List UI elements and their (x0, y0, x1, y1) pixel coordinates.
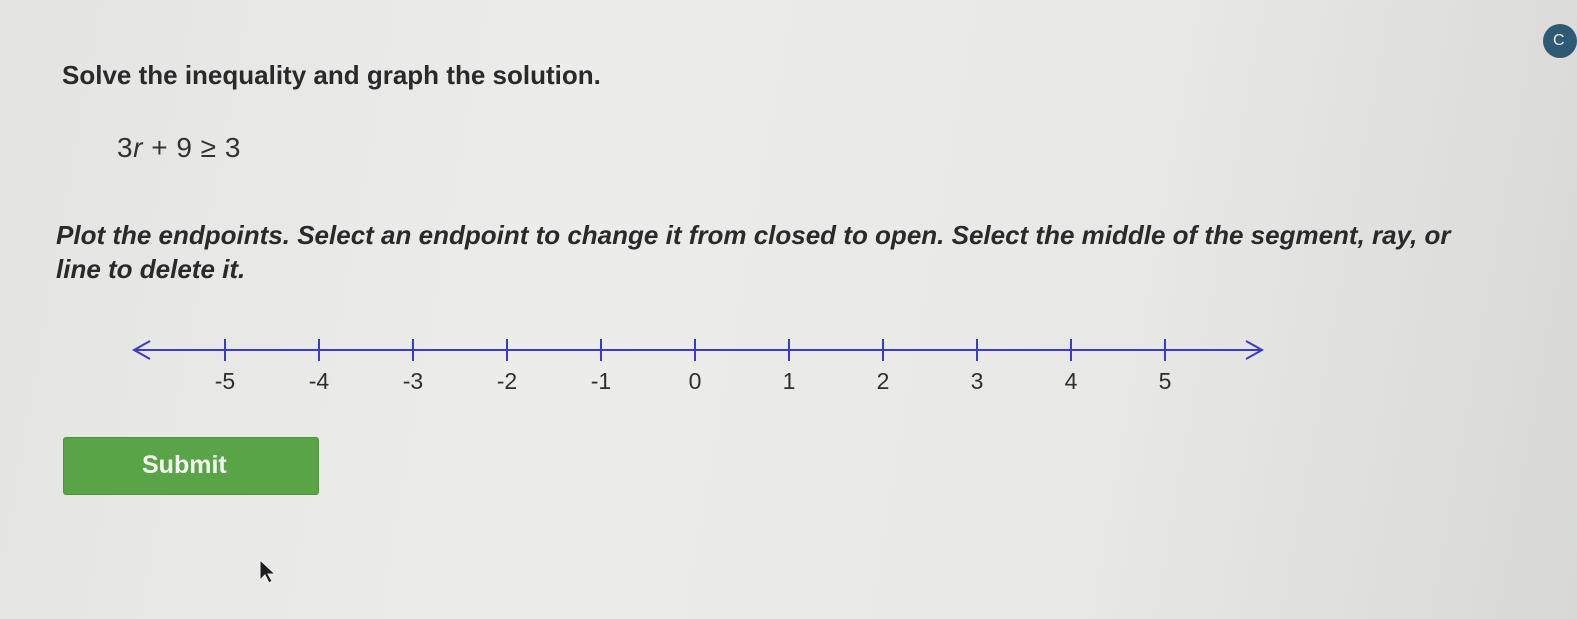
number-line-tick-label: -3 (403, 368, 423, 394)
equation-rest: + 9 ≥ 3 (151, 132, 241, 163)
problem-prompt: Solve the inequality and graph the solut… (62, 60, 601, 90)
number-line-tick-label: -2 (497, 368, 517, 394)
number-line-tick-label: -4 (309, 368, 330, 394)
submit-button[interactable]: Submit (63, 437, 319, 495)
equation-coefficient: 3 (117, 132, 134, 163)
number-line-tick-label: 5 (1159, 368, 1172, 394)
number-line-tick-label: 3 (971, 368, 984, 394)
graph-instructions: Plot the endpoints. Select an endpoint t… (56, 220, 1451, 284)
number-line-tick-label: 2 (877, 368, 890, 394)
mouse-pointer-icon (259, 558, 277, 584)
number-line-tick-label: -1 (591, 368, 611, 394)
number-line-graph[interactable]: -5 -4 -3 -2 -1 0 1 2 3 4 5 (120, 318, 1280, 408)
partial-circle-badge-icon[interactable]: C (1543, 24, 1577, 58)
problem-page: C Solve the inequality and graph the sol… (0, 0, 1577, 619)
number-line-tick-label: 4 (1065, 368, 1078, 394)
number-line-tick-label: 0 (689, 368, 702, 394)
inequality-equation: 3r + 9 ≥ 3 (117, 132, 241, 164)
number-line-tick-label: 1 (783, 368, 796, 394)
number-line-ticks: -5 -4 -3 -2 -1 0 1 2 3 4 5 (215, 339, 1172, 394)
number-line-tick-label: -5 (215, 368, 235, 394)
equation-variable: r (133, 132, 143, 163)
